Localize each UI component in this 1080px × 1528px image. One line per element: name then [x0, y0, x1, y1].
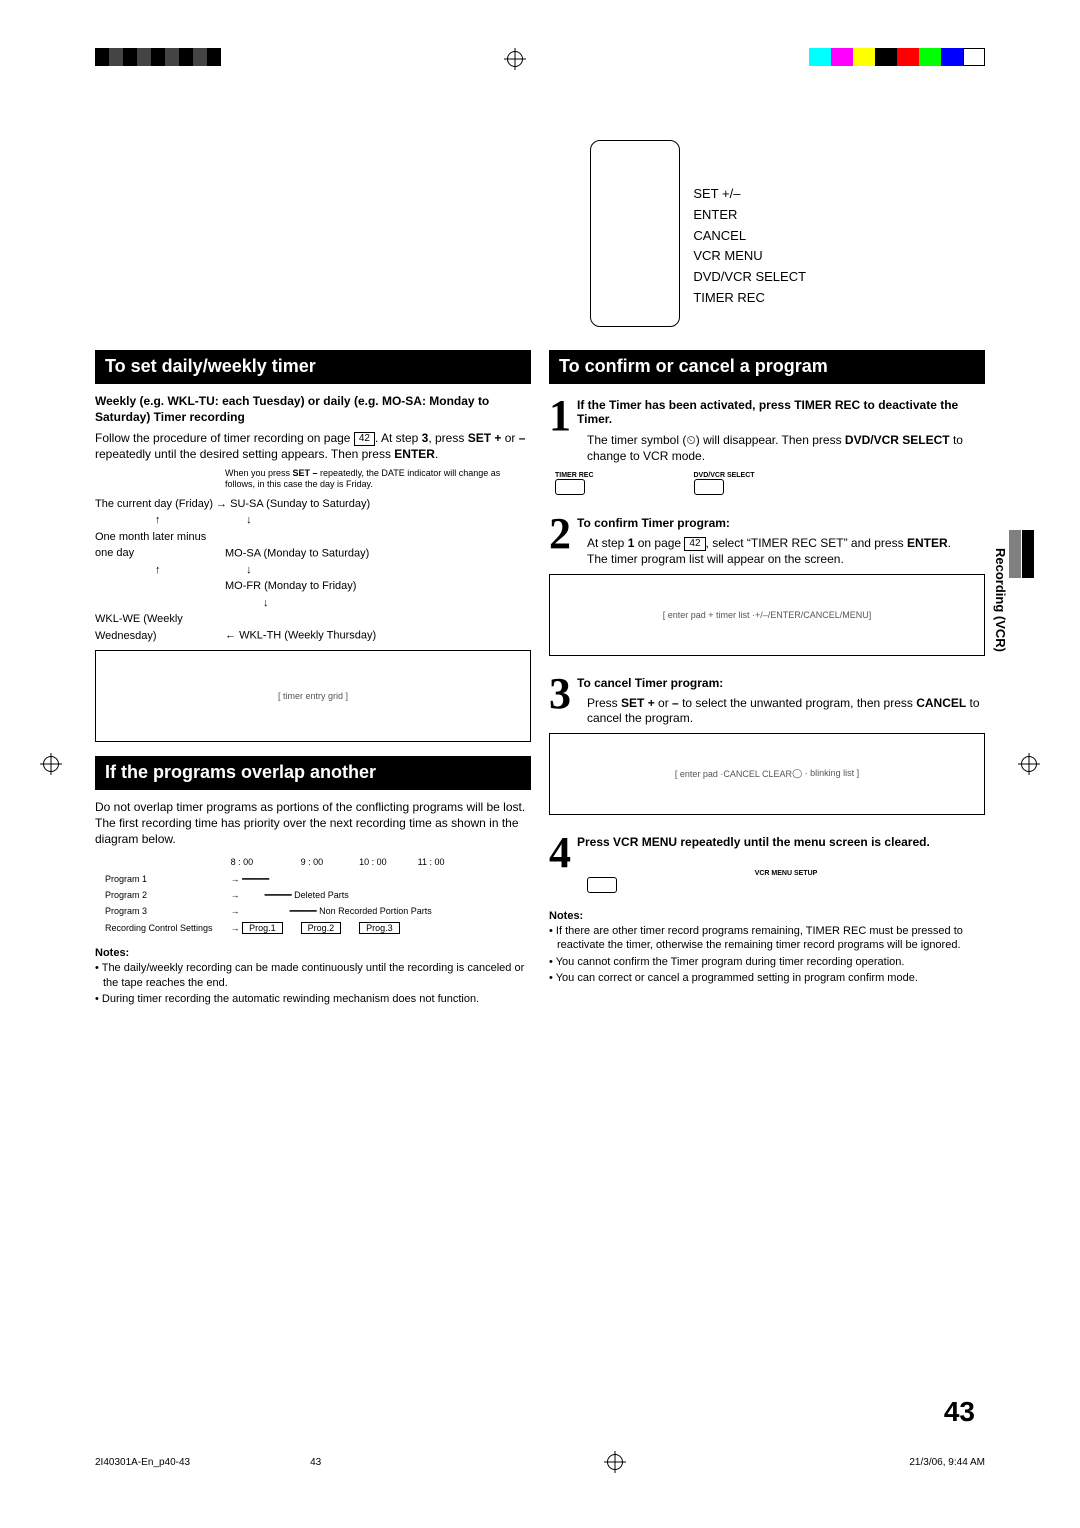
- remote-label: CANCEL: [693, 226, 806, 247]
- section-tab-black: [1022, 530, 1034, 578]
- step-number: 1: [549, 398, 571, 433]
- button-icon: [587, 877, 617, 893]
- section-tab-gray: [1009, 530, 1021, 578]
- step-heading: Press VCR MENU repeatedly until the menu…: [577, 835, 930, 849]
- printer-registration-bar: [95, 48, 985, 76]
- button-icon: [555, 479, 585, 495]
- button-label: DVD/VCR SELECT: [694, 472, 755, 479]
- remote-label: TIMER REC: [693, 288, 806, 309]
- note-item: • You can correct or cancel a programmed…: [549, 971, 985, 985]
- remote-label: SET +/–: [693, 184, 806, 205]
- vcr-screen-diagram: [ timer entry grid ]: [95, 650, 531, 742]
- remote-outline-icon: [590, 140, 680, 327]
- step-number: 4: [549, 835, 571, 870]
- remote-diagram: SET +/– ENTER CANCEL VCR MENU DVD/VCR SE…: [590, 140, 985, 330]
- notes-list: • If there are other timer record progra…: [549, 924, 985, 985]
- notes-list: • The daily/weekly recording can be made…: [95, 961, 531, 1006]
- section-heading-daily-weekly: To set daily/weekly timer: [95, 350, 531, 384]
- button-label: VCR MENU SETUP: [587, 870, 985, 877]
- page-number: 43: [944, 1396, 975, 1428]
- date-flow-diagram: The current day (Friday) → SU-SA (Sunday…: [95, 496, 531, 645]
- overlap-text: Do not overlap timer programs as portion…: [95, 800, 531, 847]
- notes-heading: Notes:: [95, 947, 531, 959]
- overlap-diagram: 8 : 009 : 0010 : 0011 : 00 Program 1→ ━━…: [95, 853, 455, 937]
- step-text: At step 1 on page 42, select “TIMER REC …: [587, 536, 985, 567]
- vcr-screen-diagram: [ enter pad · CANCEL CLEAR ◯ · blinking …: [549, 733, 985, 815]
- section-heading-confirm-cancel: To confirm or cancel a program: [549, 350, 985, 384]
- page-ref: 42: [354, 432, 375, 446]
- section-heading-overlap: If the programs overlap another: [95, 756, 531, 790]
- note-item: • During timer recording the automatic r…: [95, 992, 531, 1006]
- footer-date: 21/3/06, 9:44 AM: [909, 1457, 985, 1468]
- left-column: To set daily/weekly timer Weekly (e.g. W…: [95, 350, 531, 1418]
- remote-label: DVD/VCR SELECT: [693, 267, 806, 288]
- step-number: 2: [549, 516, 571, 551]
- notes-heading: Notes:: [549, 910, 985, 922]
- step-number: 3: [549, 676, 571, 711]
- button-label: TIMER REC: [555, 472, 594, 479]
- button-icon: [694, 479, 724, 495]
- remote-label: ENTER: [693, 205, 806, 226]
- crosshair-icon: [604, 1451, 626, 1473]
- footer: 2I40301A-En_p40-43 43 21/3/06, 9:44 AM: [95, 1451, 985, 1473]
- right-column: To confirm or cancel a program 1 If the …: [549, 350, 985, 1418]
- step-heading: To confirm Timer program:: [577, 516, 730, 530]
- flow-note: When you press SET – repeatedly, the DAT…: [225, 468, 531, 490]
- crosshair-icon: [1018, 753, 1040, 775]
- step-2: 2 To confirm Timer program: At step 1 on…: [549, 516, 985, 661]
- timer-symbol-icon: ⏲: [686, 433, 695, 447]
- note-item: • The daily/weekly recording can be made…: [95, 961, 531, 990]
- footer-page: 43: [310, 1457, 321, 1468]
- step-3: 3 To cancel Timer program: Press SET + o…: [549, 676, 985, 821]
- note-item: • You cannot confirm the Timer program d…: [549, 955, 985, 969]
- step-4: 4 Press VCR MENU repeatedly until the me…: [549, 835, 985, 896]
- remote-label: VCR MENU: [693, 246, 806, 267]
- step-1: 1 If the Timer has been activated, press…: [549, 398, 985, 502]
- note-item: • If there are other timer record progra…: [549, 924, 985, 953]
- step-text: Press SET + or – to select the unwanted …: [587, 696, 985, 727]
- crosshair-icon: [504, 48, 526, 70]
- step-heading: To cancel Timer program:: [577, 676, 723, 690]
- vcr-screen-diagram: [ enter pad + timer list · +/–/ENTER/CAN…: [549, 574, 985, 656]
- step-heading: If the Timer has been activated, press T…: [577, 398, 958, 426]
- intro-bold: Weekly (e.g. WKL-TU: each Tuesday) or da…: [95, 394, 531, 425]
- page-ref: 42: [684, 537, 705, 551]
- side-section-label: Recording (VCR): [993, 548, 1008, 652]
- intro-text: Follow the procedure of timer recording …: [95, 431, 531, 462]
- crosshair-icon: [40, 753, 62, 775]
- footer-file: 2I40301A-En_p40-43: [95, 1457, 190, 1468]
- step-text: The timer symbol (⏲) will disappear. The…: [587, 433, 985, 464]
